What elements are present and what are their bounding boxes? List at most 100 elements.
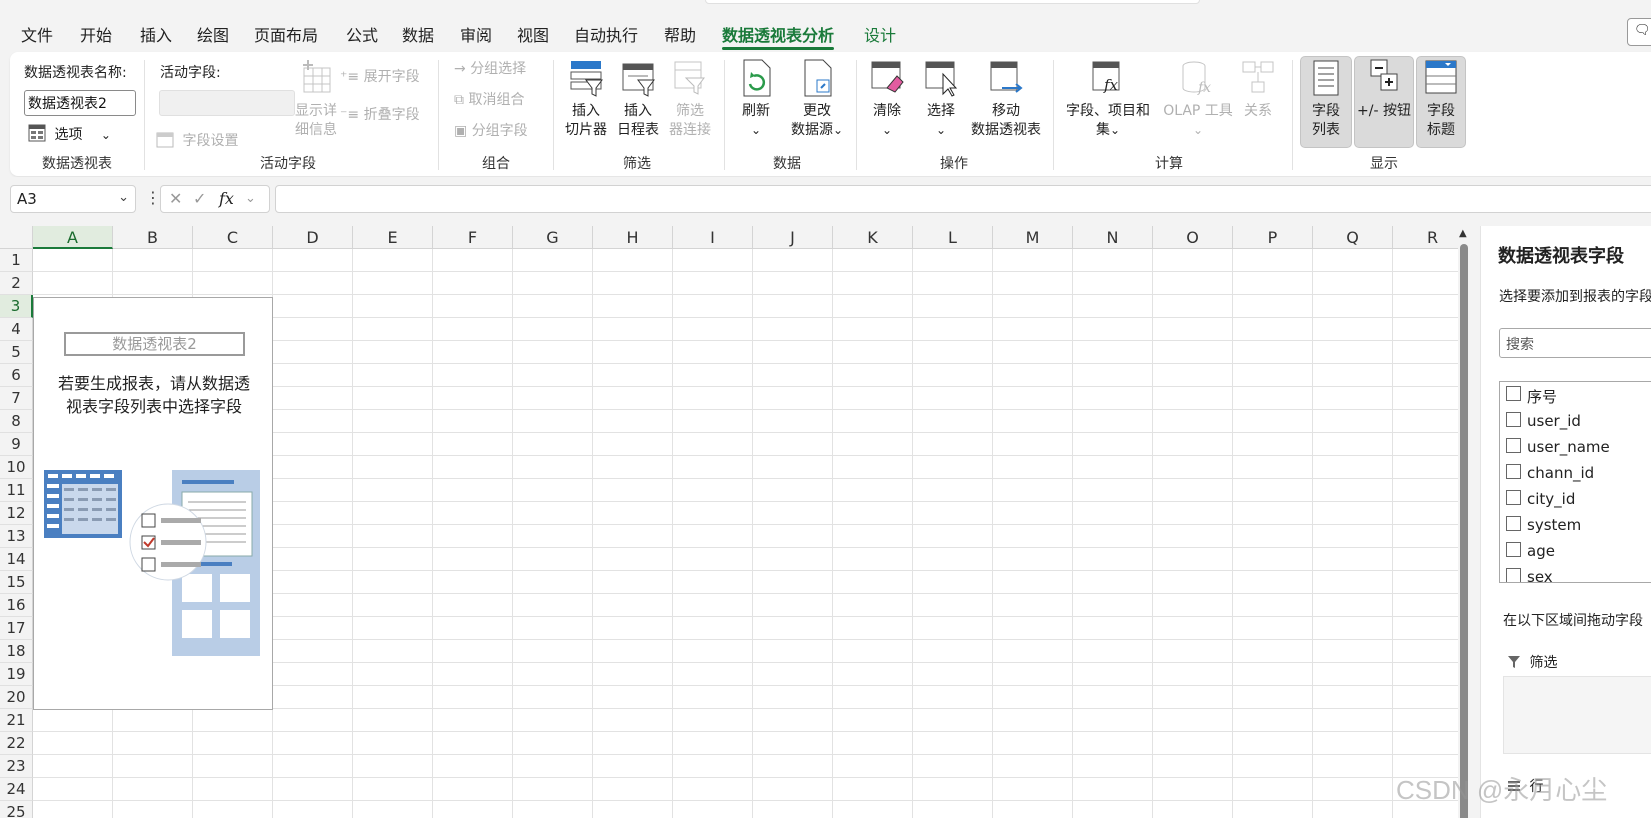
plus-minus-buttons-button[interactable]: +/- 按钮 [1354,58,1414,121]
tab-data[interactable]: 数据 [402,22,434,46]
field-item[interactable]: sex [1500,564,1651,582]
title-search-box[interactable] [705,0,1200,4]
row-header[interactable]: 6 [0,364,33,387]
refresh-button[interactable]: 刷新 ⌄ [732,58,780,140]
insert-slicer-button[interactable]: 插入 切片器 [562,58,610,140]
tab-automate[interactable]: 自动执行 [574,22,638,46]
column-header[interactable]: M [993,226,1073,249]
column-header[interactable]: A [33,226,113,249]
row-header[interactable]: 17 [0,617,33,640]
olap-tools-button[interactable]: fx OLAP 工具 ⌄ [1158,58,1238,140]
column-header[interactable]: F [433,226,513,249]
ungroup-button[interactable]: ⧉ 取消组合 [454,89,524,109]
filter-area-box[interactable] [1503,676,1651,754]
tab-help[interactable]: 帮助 [664,22,696,46]
row-header[interactable]: 8 [0,410,33,433]
insert-timeline-button[interactable]: 插入 日程表 [614,58,662,140]
tab-review[interactable]: 审阅 [460,22,492,46]
formula-input[interactable] [275,185,1651,213]
column-header[interactable]: G [513,226,593,249]
select-button[interactable]: 选择 ⌄ [916,58,966,140]
tab-insert[interactable]: 插入 [140,22,172,46]
chevron-down-icon[interactable]: ⌄ [245,191,256,206]
collapse-field-button[interactable]: ⁻≡ 折叠字段 [340,104,420,124]
move-pivottable-button[interactable]: 移动 数据透视表 [968,58,1044,140]
row-header[interactable]: 1 [0,249,33,272]
name-box[interactable]: A3 ⌄ [10,185,136,213]
column-header[interactable]: I [673,226,753,249]
pivottable-placeholder[interactable]: 数据透视表2 若要生成报表，请从数据透 视表字段列表中选择字段 [33,297,273,710]
row-header[interactable]: 23 [0,755,33,778]
row-header[interactable]: 11 [0,479,33,502]
row-header[interactable]: 5 [0,341,33,364]
tab-formulas[interactable]: 公式 [346,22,378,46]
worksheet-grid[interactable]: ABCDEFGHIJKLMNOPQR 1 2 3 4 5 6 7 8 9 10 11 12 13 14 15… [0,226,1470,818]
field-list-button[interactable]: 字段 列表 [1302,58,1350,140]
column-header[interactable]: Q [1313,226,1393,249]
field-item[interactable]: 序号 [1500,382,1651,408]
relationships-button[interactable]: 关系 [1236,58,1280,121]
column-header[interactable]: J [753,226,833,249]
enter-icon[interactable]: ✓ [193,189,206,208]
field-checkbox[interactable] [1506,412,1521,427]
row-header[interactable]: 16 [0,594,33,617]
comments-button[interactable]: 🗨 [1627,18,1651,46]
tab-pivottable-analyze[interactable]: 数据透视表分析 [722,22,835,50]
scroll-up-icon[interactable]: ▲ [1459,228,1467,239]
field-checkbox[interactable] [1506,542,1521,557]
drill-down-button[interactable]: 显示详 细信息 [286,58,346,140]
column-header[interactable]: L [913,226,993,249]
row-header[interactable]: 20 [0,686,33,709]
field-item[interactable]: user_id [1500,408,1651,434]
pivottable-name-input[interactable]: 数据透视表2 [24,90,136,116]
more-options-icon[interactable]: ⋮ [145,188,161,207]
field-item[interactable]: age [1500,538,1651,564]
field-settings-button[interactable]: 字段设置 [156,130,238,150]
field-headers-button[interactable]: 字段 标题 [1416,58,1466,140]
tab-view[interactable]: 视图 [517,22,549,46]
tab-file[interactable]: 文件 [21,22,53,46]
scrollbar-thumb[interactable] [1460,244,1468,818]
field-checkbox[interactable] [1506,568,1521,582]
column-header[interactable]: P [1233,226,1313,249]
column-header[interactable]: O [1153,226,1233,249]
row-header[interactable]: 4 [0,318,33,341]
cancel-icon[interactable]: ✕ [169,189,182,208]
field-checkbox[interactable] [1506,438,1521,453]
tab-design[interactable]: 设计 [864,22,896,46]
filter-connections-button[interactable]: 筛选 器连接 [666,58,714,140]
row-header[interactable]: 18 [0,640,33,663]
row-header[interactable]: 2 [0,272,33,295]
group-field-button[interactable]: ▣ 分组字段 [454,120,528,140]
row-header[interactable]: 13 [0,525,33,548]
field-checkbox[interactable] [1506,464,1521,479]
row-header[interactable]: 24 [0,778,33,801]
group-selection-button[interactable]: → 分组选择 [454,58,526,78]
column-header[interactable]: B [113,226,193,249]
column-header[interactable]: E [353,226,433,249]
fields-items-sets-button[interactable]: fx 字段、项目和 集⌄ [1060,58,1156,140]
field-checkbox[interactable] [1506,516,1521,531]
expand-field-button[interactable]: ⁺≡ 展开字段 [340,66,420,86]
tab-home[interactable]: 开始 [80,22,112,46]
field-checkbox[interactable] [1506,490,1521,505]
row-header[interactable]: 25 [0,801,33,818]
row-header[interactable]: 10 [0,456,33,479]
column-header[interactable]: C [193,226,273,249]
field-item[interactable]: chann_id [1500,460,1651,486]
select-all-corner[interactable] [0,226,33,249]
row-header[interactable]: 9 [0,433,33,456]
tab-page-layout[interactable]: 页面布局 [254,22,318,46]
row-header[interactable]: 14 [0,548,33,571]
row-header[interactable]: 3 [0,295,33,318]
field-item[interactable]: city_id [1500,486,1651,512]
options-button[interactable]: 选项 ⌄ [28,124,111,144]
field-item[interactable]: system [1500,512,1651,538]
row-header[interactable]: 12 [0,502,33,525]
column-header[interactable]: N [1073,226,1153,249]
column-header[interactable]: K [833,226,913,249]
field-item[interactable]: user_name [1500,434,1651,460]
vertical-scrollbar[interactable]: ▲ [1458,226,1470,818]
change-data-source-button[interactable]: 更改 数据源⌄ [782,58,852,140]
field-checkbox[interactable] [1506,386,1521,401]
